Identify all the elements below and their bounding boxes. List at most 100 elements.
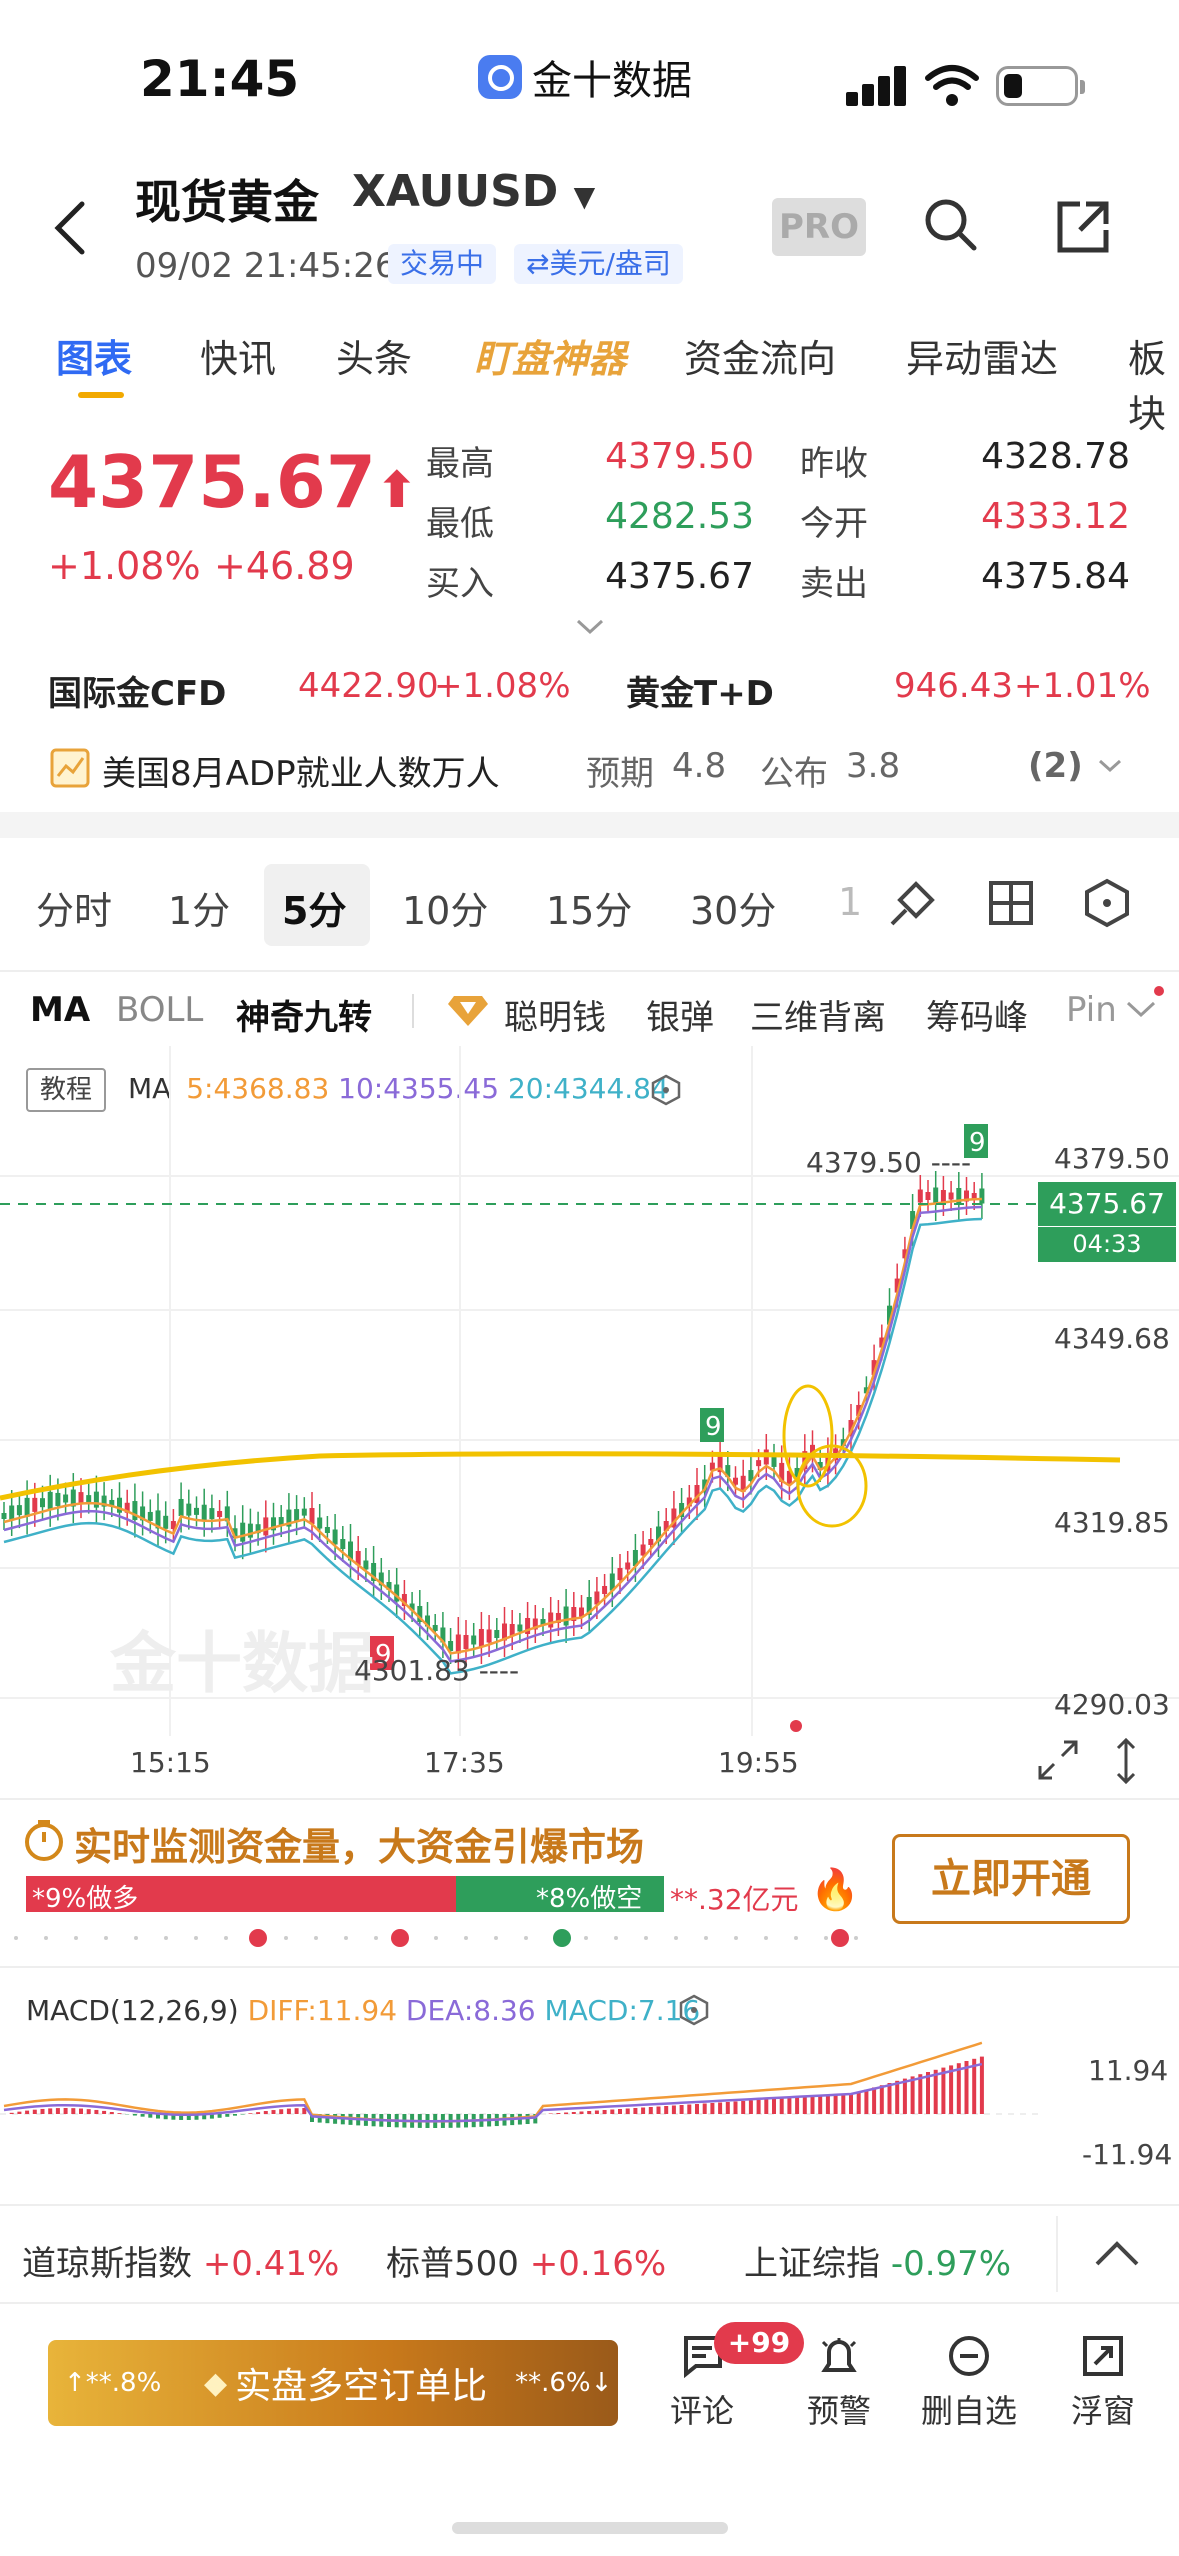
low-label: 最低: [426, 504, 494, 544]
timeline-dot: [374, 1936, 378, 1940]
indicator-boll[interactable]: BOLL: [116, 990, 203, 1030]
macd-settings-icon[interactable]: [678, 1994, 710, 2026]
td-label[interactable]: 黄金T+D: [626, 666, 774, 715]
macd-bar: [687, 2104, 692, 2114]
indicator-divergence[interactable]: 三维背离: [750, 990, 886, 1039]
unit-tag[interactable]: ⇄美元/盎司: [514, 244, 683, 284]
tab-monitor[interactable]: 盯盘神器: [474, 328, 626, 383]
timeline-dot: [434, 1936, 438, 1940]
remove-watchlist-button[interactable]: 删自选: [914, 2334, 1024, 2432]
section-divider: [0, 812, 1179, 838]
home-indicator[interactable]: [452, 2522, 728, 2534]
indicator-smart-money[interactable]: 聪明钱: [504, 990, 606, 1039]
ticker-sh[interactable]: 上证综指 -0.97%: [744, 2236, 1011, 2285]
alert-button[interactable]: 预警: [794, 2334, 884, 2432]
open-now-button[interactable]: 立即开通: [892, 1834, 1130, 1924]
timeline-dot: [14, 1936, 18, 1940]
timeframe-10m[interactable]: 10分: [402, 880, 488, 935]
candle-body: [55, 1492, 61, 1506]
tab-headline[interactable]: 头条: [336, 328, 412, 383]
search-icon[interactable]: [922, 196, 980, 254]
tab-sector[interactable]: 板块: [1128, 328, 1179, 438]
cfd-label[interactable]: 国际金CFD: [48, 666, 226, 715]
fund-amount: **.32亿元: [670, 1883, 799, 1916]
indicator-pin[interactable]: Pin: [1066, 990, 1117, 1030]
chevron-up-icon[interactable]: [1094, 2240, 1140, 2268]
indicator-magic-nine[interactable]: 神奇九转: [236, 990, 372, 1039]
news-text[interactable]: 美国8月ADP就业人数万人: [102, 746, 500, 795]
tab-chart[interactable]: 图表: [56, 328, 132, 383]
timeframe-more[interactable]: 1: [838, 880, 862, 924]
ratio-label: 实盘多空订单比: [235, 2366, 488, 2407]
fullscreen-icon[interactable]: [1036, 1738, 1080, 1782]
macd-bar: [271, 2110, 276, 2114]
buy-value: 4375.67: [605, 556, 754, 597]
fund-event-dot[interactable]: [553, 1929, 571, 1947]
timeframe-15m[interactable]: 15分: [546, 880, 632, 935]
tab-flash[interactable]: 快讯: [200, 328, 276, 383]
nine-marker-label: 9: [969, 1128, 986, 1158]
sell-label: 卖出: [800, 564, 868, 604]
divider: [412, 994, 414, 1028]
tab-fund-flow[interactable]: 资金流向: [684, 328, 836, 383]
timeframe-tick[interactable]: 分时: [36, 880, 112, 935]
alert-label: 预警: [806, 2392, 871, 2430]
candle-body: [517, 1624, 523, 1632]
low-marker: 4301.83 ----: [354, 1654, 520, 1687]
symbol-text: XAUUSD: [352, 166, 559, 217]
timeframe-5m[interactable]: 5分: [282, 880, 346, 935]
candle-body: [979, 1188, 985, 1204]
vertical-scale-icon[interactable]: [1110, 1736, 1142, 1786]
indicator-chip[interactable]: 筹码峰: [926, 990, 1028, 1039]
candle-body: [132, 1501, 138, 1521]
macd-bottom-label: -11.94: [1082, 2138, 1173, 2171]
back-icon[interactable]: [52, 198, 88, 258]
expand-chevron-icon[interactable]: [576, 618, 604, 636]
layout-grid-icon[interactable]: [988, 880, 1034, 926]
ticker-dow[interactable]: 道琼斯指数 +0.41%: [22, 2236, 339, 2285]
ratio-right-pct: **.6%↓: [515, 2368, 613, 2398]
fund-event-dot[interactable]: [831, 1929, 849, 1947]
macd-bar: [94, 2109, 99, 2114]
symbol-selector[interactable]: XAUUSD ▼: [352, 166, 595, 217]
candle-body: [478, 1629, 484, 1647]
macd-bar: [17, 2111, 22, 2114]
macd-bar: [556, 2113, 561, 2114]
candle-body: [163, 1515, 169, 1529]
chevron-down-icon[interactable]: [1126, 1000, 1156, 1020]
tab-radar[interactable]: 异动雷达: [906, 328, 1058, 383]
fund-title[interactable]: 实时监测资金量，大资金引爆市场: [74, 1816, 644, 1871]
candle-body: [63, 1494, 69, 1503]
macd-bar: [641, 2107, 646, 2114]
fund-event-dot[interactable]: [249, 1929, 267, 1947]
fund-event-dot[interactable]: [391, 1929, 409, 1947]
quote-datetime: 09/02 21:45:26: [135, 246, 397, 286]
candle-body: [209, 1508, 215, 1520]
timeframe-1m[interactable]: 1分: [168, 880, 230, 935]
smart-money-line: [0, 1451, 1121, 1501]
settings-hex-icon[interactable]: [1082, 878, 1132, 928]
float-window-button[interactable]: 浮窗: [1060, 2334, 1146, 2432]
chevron-down-icon[interactable]: [1098, 758, 1122, 774]
comment-badge: +99: [714, 2322, 804, 2364]
indicator-ma[interactable]: MA: [30, 990, 90, 1030]
pro-badge[interactable]: PRO: [772, 198, 866, 256]
share-icon[interactable]: [1054, 198, 1112, 256]
news-count[interactable]: (2): [1028, 746, 1083, 786]
macd-label: MACD(12,26,9): [26, 1994, 239, 2027]
macd-top-label: 11.94: [1088, 2054, 1169, 2087]
draw-tool-icon[interactable]: [886, 876, 940, 930]
status-app-name: 金十数据: [532, 58, 692, 104]
timeframe-30m[interactable]: 30分: [690, 880, 776, 935]
indicator-silver[interactable]: 银弹: [646, 990, 714, 1039]
ticker-sp[interactable]: 标普500 +0.16%: [386, 2236, 666, 2285]
ratio-button[interactable]: ↑**.8% ◆ 实盘多空订单比 **.6%↓: [48, 2340, 618, 2426]
candle-body: [948, 1192, 954, 1200]
macd-bar: [941, 2067, 946, 2114]
ma5-line: [3, 1197, 982, 1655]
macd-bar: [55, 2108, 60, 2114]
macd-bar: [9, 2112, 14, 2114]
macd-bar: [656, 2106, 661, 2114]
timeline-dot: [674, 1936, 678, 1940]
prev-close-value: 4328.78: [981, 436, 1130, 477]
